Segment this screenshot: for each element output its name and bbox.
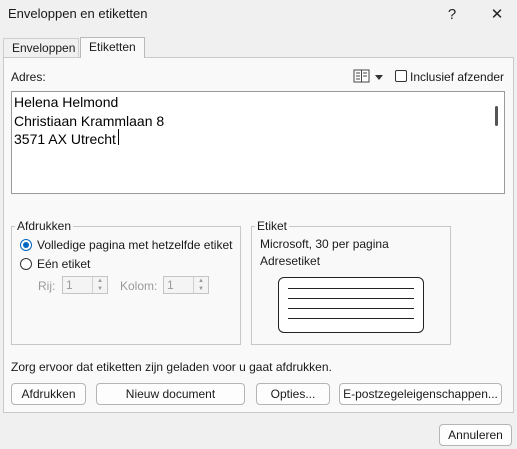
single-label-radio-label: Eén etiket (37, 257, 91, 271)
address-scrollbar[interactable] (495, 106, 498, 126)
print-group-title: Afdrukken (15, 219, 74, 233)
address-lines: Helena Helmond Christiaan Krammlaan 8 3571… (14, 93, 164, 149)
full-page-radio-label: Volledige pagina met hetzelfde etiket (37, 238, 233, 252)
window-title: Enveloppen en etiketten (8, 6, 148, 21)
label-group-title: Etiket (255, 219, 290, 233)
options-button[interactable]: Opties... (256, 383, 330, 405)
address-line: Christiaan Krammlaan 8 (14, 112, 165, 129)
column-value: 1 (167, 278, 174, 292)
tab-etiketten[interactable]: Etiketten (80, 37, 145, 58)
preview-line (288, 288, 414, 289)
new-document-button-label: Nieuw document (125, 387, 216, 401)
text-caret (118, 129, 119, 145)
column-label: Kolom: (120, 279, 158, 293)
help-icon: ? (447, 5, 457, 23)
print-button-label: Afdrukken (21, 387, 76, 401)
address-line: 3571 AX Utrecht (14, 131, 116, 147)
epostage-button-label: E-postzegeleigenschappen... (343, 387, 498, 401)
row-spinner[interactable]: 1 ▲ ▼ (62, 276, 108, 294)
row-spinner-arrows-icon: ▲ ▼ (92, 277, 107, 293)
address-book-button[interactable] (353, 69, 385, 85)
help-button[interactable]: ? (439, 3, 465, 25)
preview-line (288, 318, 414, 319)
address-line: Helena Helmond (14, 94, 119, 110)
label-preview[interactable] (278, 277, 424, 333)
new-document-button[interactable]: Nieuw document (96, 383, 245, 405)
options-button-label: Opties... (270, 387, 316, 401)
print-button[interactable]: Afdrukken (11, 383, 86, 405)
include-sender-label: Inclusief afzender (410, 70, 505, 84)
address-label: Adres: (11, 70, 46, 84)
load-labels-notice: Zorg ervoor dat etiketten zijn geladen v… (11, 360, 332, 374)
cancel-button[interactable]: Annuleren (439, 424, 512, 446)
column-spinner[interactable]: 1 ▲ ▼ (163, 276, 209, 294)
close-button[interactable]: ✕ (484, 3, 510, 25)
tab-etiketten-label: Etiketten (89, 40, 136, 54)
row-label: Rij: (38, 279, 56, 293)
full-page-radio[interactable] (20, 239, 32, 251)
row-value: 1 (66, 278, 73, 292)
epostage-properties-button[interactable]: E-postzegeleigenschappen... (339, 383, 502, 405)
preview-line (288, 308, 414, 309)
label-vendor: Microsoft, 30 per pagina (260, 237, 389, 251)
column-spinner-arrows-icon: ▲ ▼ (193, 277, 208, 293)
preview-line (288, 298, 414, 299)
tab-enveloppen[interactable]: Enveloppen (3, 38, 79, 58)
label-type: Adresetiket (260, 254, 321, 268)
single-label-radio[interactable] (20, 258, 32, 270)
cancel-button-label: Annuleren (448, 428, 503, 442)
close-icon: ✕ (490, 6, 504, 23)
tab-enveloppen-label: Enveloppen (12, 41, 76, 55)
address-book-icon (353, 69, 383, 83)
include-sender-checkbox[interactable] (395, 70, 407, 82)
